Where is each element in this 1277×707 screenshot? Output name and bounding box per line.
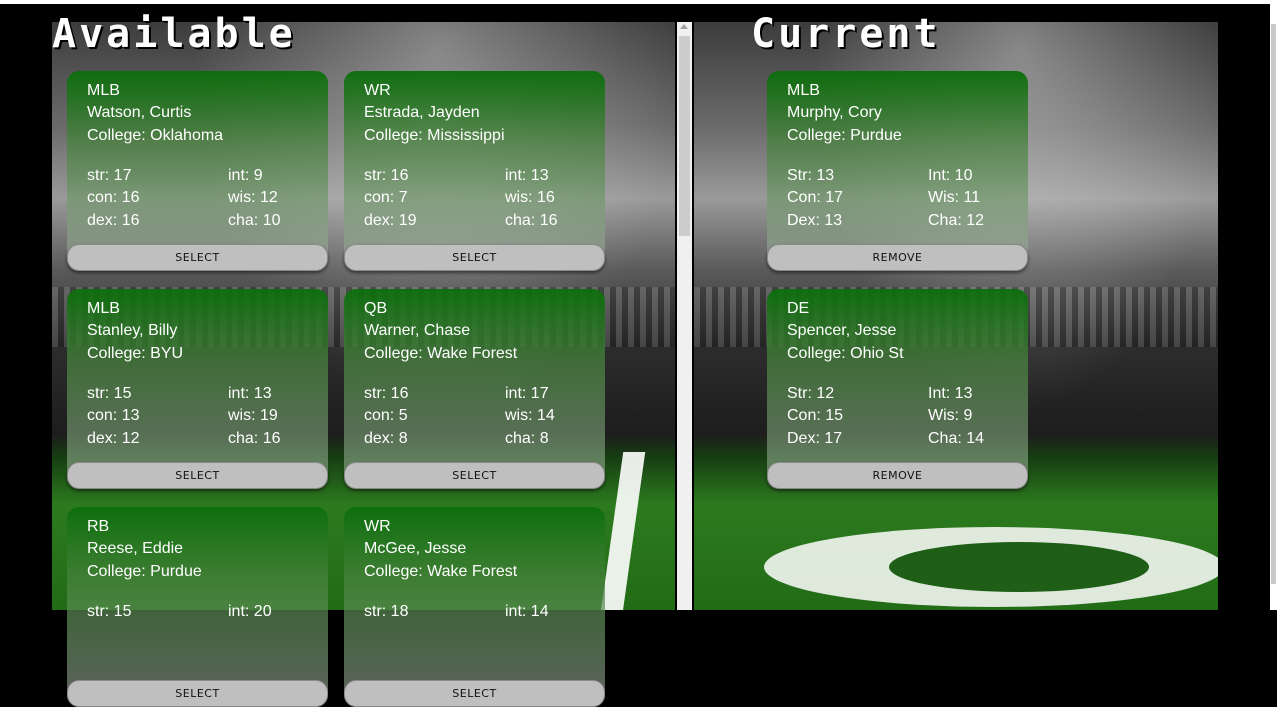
stat-dex: dex: 12 <box>87 430 140 447</box>
stat-con: con: 13 <box>87 407 140 424</box>
player-position: QB <box>364 300 388 317</box>
player-name: Spencer, Jesse <box>787 322 897 339</box>
player-college: College: Ohio St <box>787 345 904 362</box>
top-border <box>0 0 1277 4</box>
player-college: College: BYU <box>87 345 184 362</box>
stat-cha: Cha: 14 <box>928 430 985 447</box>
stat-int: int: 14 <box>505 603 549 620</box>
available-player-card: RB Reese, Eddie College: Purdue str: 15 … <box>67 507 328 707</box>
stat-dex: Dex: 13 <box>787 212 843 229</box>
player-name: Estrada, Jayden <box>364 104 480 121</box>
stat-int: int: 13 <box>505 167 549 184</box>
remove-button[interactable]: REMOVE <box>767 462 1028 489</box>
player-name: Murphy, Cory <box>787 104 882 121</box>
stat-con: con: 7 <box>364 189 408 206</box>
stat-dex: dex: 16 <box>87 212 140 229</box>
available-player-card: MLB Watson, Curtis College: Oklahoma str… <box>67 71 328 271</box>
available-player-card: WR Estrada, Jayden College: Mississippi … <box>344 71 605 271</box>
player-position: RB <box>87 518 110 535</box>
scrollbar-thumb[interactable] <box>679 36 690 236</box>
stat-int: Int: 10 <box>928 167 973 184</box>
select-button[interactable]: SELECT <box>344 462 605 489</box>
stat-str: Str: 13 <box>787 167 835 184</box>
player-name: Warner, Chase <box>364 322 471 339</box>
current-player-card: DE Spencer, Jesse College: Ohio St Str: … <box>767 289 1028 489</box>
available-player-card: QB Warner, Chase College: Wake Forest st… <box>344 289 605 489</box>
stat-wis: Wis: 9 <box>928 407 973 424</box>
player-position: MLB <box>87 82 120 99</box>
available-scrollbar[interactable] <box>677 22 692 610</box>
stat-con: con: 16 <box>87 189 140 206</box>
stat-str: Str: 12 <box>787 385 835 402</box>
stat-wis: wis: 19 <box>228 407 278 424</box>
player-college: College: Mississippi <box>364 127 505 144</box>
stat-dex: dex: 8 <box>364 430 408 447</box>
stat-int: int: 17 <box>505 385 549 402</box>
page-scrollbar[interactable] <box>1270 4 1277 610</box>
stat-cha: cha: 10 <box>228 212 281 229</box>
stat-con: Con: 15 <box>787 407 844 424</box>
remove-button[interactable]: REMOVE <box>767 244 1028 271</box>
player-position: MLB <box>787 82 820 99</box>
stat-con: Con: 17 <box>787 189 844 206</box>
player-position: WR <box>364 518 391 535</box>
player-name: McGee, Jesse <box>364 540 467 557</box>
stat-int: int: 13 <box>228 385 272 402</box>
available-heading: Available <box>52 11 296 57</box>
stat-dex: dex: 19 <box>364 212 417 229</box>
stat-cha: cha: 16 <box>228 430 281 447</box>
select-button[interactable]: SELECT <box>67 244 328 271</box>
available-player-card: WR McGee, Jesse College: Wake Forest str… <box>344 507 605 707</box>
stat-cha: cha: 8 <box>505 430 549 447</box>
stat-wis: Wis: 11 <box>928 189 981 206</box>
stat-str: str: 17 <box>87 167 132 184</box>
player-position: WR <box>364 82 391 99</box>
player-college: College: Wake Forest <box>364 563 518 580</box>
scroll-up-icon[interactable] <box>680 24 688 29</box>
stat-int: int: 20 <box>228 603 272 620</box>
select-button[interactable]: SELECT <box>67 462 328 489</box>
stat-wis: wis: 12 <box>228 189 278 206</box>
player-college: College: Purdue <box>87 563 202 580</box>
stat-str: str: 18 <box>364 603 409 620</box>
player-college: College: Wake Forest <box>364 345 518 362</box>
current-heading: Current <box>751 11 941 57</box>
stat-con: con: 5 <box>364 407 408 424</box>
player-name: Watson, Curtis <box>87 104 192 121</box>
player-college: College: Purdue <box>787 127 902 144</box>
player-name: Stanley, Billy <box>87 322 178 339</box>
stat-wis: wis: 16 <box>505 189 555 206</box>
stat-wis: wis: 14 <box>505 407 555 424</box>
stat-str: str: 16 <box>364 167 409 184</box>
player-position: MLB <box>87 300 120 317</box>
select-button[interactable]: SELECT <box>344 680 605 707</box>
current-player-card: MLB Murphy, Cory College: Purdue Str: 13… <box>767 71 1028 271</box>
stat-str: str: 16 <box>364 385 409 402</box>
stat-str: str: 15 <box>87 385 132 402</box>
stat-cha: Cha: 12 <box>928 212 985 229</box>
player-name: Reese, Eddie <box>87 540 184 557</box>
stat-cha: cha: 16 <box>505 212 558 229</box>
stat-str: str: 15 <box>87 603 132 620</box>
stat-dex: Dex: 17 <box>787 430 843 447</box>
available-player-card: MLB Stanley, Billy College: BYU str: 15 … <box>67 289 328 489</box>
player-position: DE <box>787 300 810 317</box>
player-college: College: Oklahoma <box>87 127 224 144</box>
stat-int: Int: 13 <box>928 385 973 402</box>
select-button[interactable]: SELECT <box>344 244 605 271</box>
select-button[interactable]: SELECT <box>67 680 328 707</box>
page-scrollbar-thumb[interactable] <box>1271 24 1276 584</box>
stat-int: int: 9 <box>228 167 263 184</box>
